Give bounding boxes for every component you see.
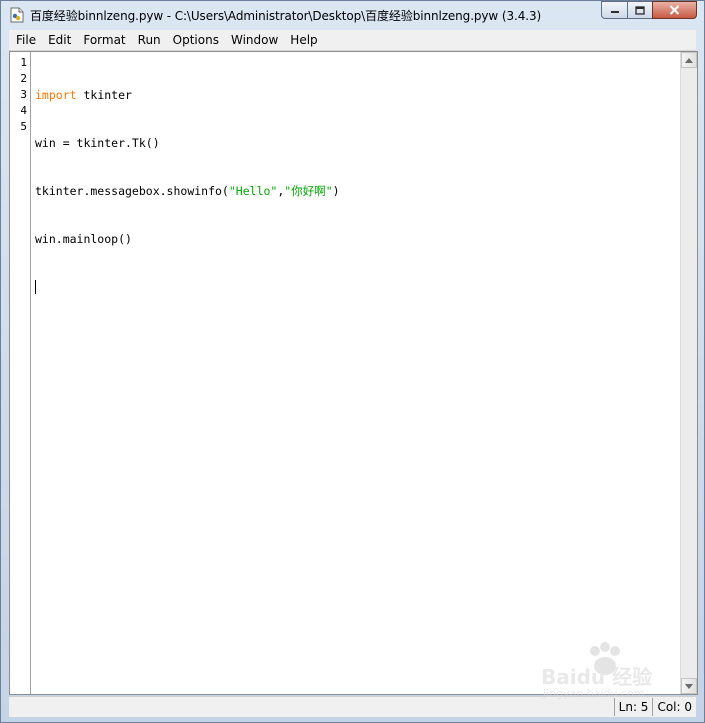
minimize-icon xyxy=(610,11,619,13)
code-token: tkinter.messagebox.showinfo( xyxy=(35,184,229,198)
code-text[interactable]: import tkinter win = tkinter.Tk() tkinte… xyxy=(35,55,679,327)
idle-editor-window: 百度经验binnlzeng.pyw - C:\Users\Administrat… xyxy=(0,0,705,723)
code-line-5 xyxy=(35,279,679,295)
caption-buttons xyxy=(601,1,697,19)
code-line-4: win.mainloop() xyxy=(35,231,679,247)
menu-file[interactable]: File xyxy=(9,30,41,50)
scroll-up-button[interactable] xyxy=(681,52,697,68)
menu-format[interactable]: Format xyxy=(76,30,130,50)
string-token: "Hello" xyxy=(228,184,278,198)
chevron-up-icon xyxy=(685,57,693,63)
code-token: win = tkinter.Tk() xyxy=(35,136,160,150)
code-token: tkinter xyxy=(76,88,132,102)
string-token: "你好啊" xyxy=(284,184,333,198)
line-number-gutter: 1 2 3 4 5 xyxy=(10,52,31,694)
status-bar: Ln: 5 Col: 0 xyxy=(9,696,696,717)
menu-bar: File Edit Format Run Options Window Help xyxy=(9,30,696,51)
minimize-button[interactable] xyxy=(601,1,628,19)
code-line-1: import tkinter xyxy=(35,87,679,103)
keyword-token: import xyxy=(35,88,77,102)
code-token: win.mainloop() xyxy=(35,232,132,246)
code-editor[interactable]: 1 2 3 4 5 import tkinter win = tkinter.T… xyxy=(9,51,698,695)
vertical-scrollbar[interactable] xyxy=(680,52,697,694)
code-line-2: win = tkinter.Tk() xyxy=(35,135,679,151)
chevron-down-icon xyxy=(685,683,693,689)
maximize-button[interactable] xyxy=(627,1,653,19)
code-token: ) xyxy=(332,184,340,198)
maximize-icon xyxy=(635,5,645,15)
line-number: 5 xyxy=(20,120,27,133)
line-number: 2 xyxy=(20,72,27,85)
line-number: 4 xyxy=(20,104,27,117)
menu-options[interactable]: Options xyxy=(166,30,224,50)
code-line-3: tkinter.messagebox.showinfo("Hello","你好啊… xyxy=(35,183,679,199)
status-column: Col: 0 xyxy=(652,698,696,716)
text-caret xyxy=(35,280,36,294)
python-file-icon[interactable] xyxy=(10,7,24,23)
menu-edit[interactable]: Edit xyxy=(41,30,76,50)
line-number: 3 xyxy=(20,88,27,101)
line-number: 1 xyxy=(20,56,27,69)
menu-window[interactable]: Window xyxy=(224,30,283,50)
title-bar[interactable]: 百度经验binnlzeng.pyw - C:\Users\Administrat… xyxy=(1,1,704,29)
menu-help[interactable]: Help xyxy=(283,30,322,50)
close-icon xyxy=(669,5,680,15)
menu-run[interactable]: Run xyxy=(131,30,166,50)
scroll-down-button[interactable] xyxy=(681,678,697,694)
window-title: 百度经验binnlzeng.pyw - C:\Users\Administrat… xyxy=(30,9,542,23)
close-button[interactable] xyxy=(652,1,697,19)
status-line: Ln: 5 xyxy=(613,698,653,716)
